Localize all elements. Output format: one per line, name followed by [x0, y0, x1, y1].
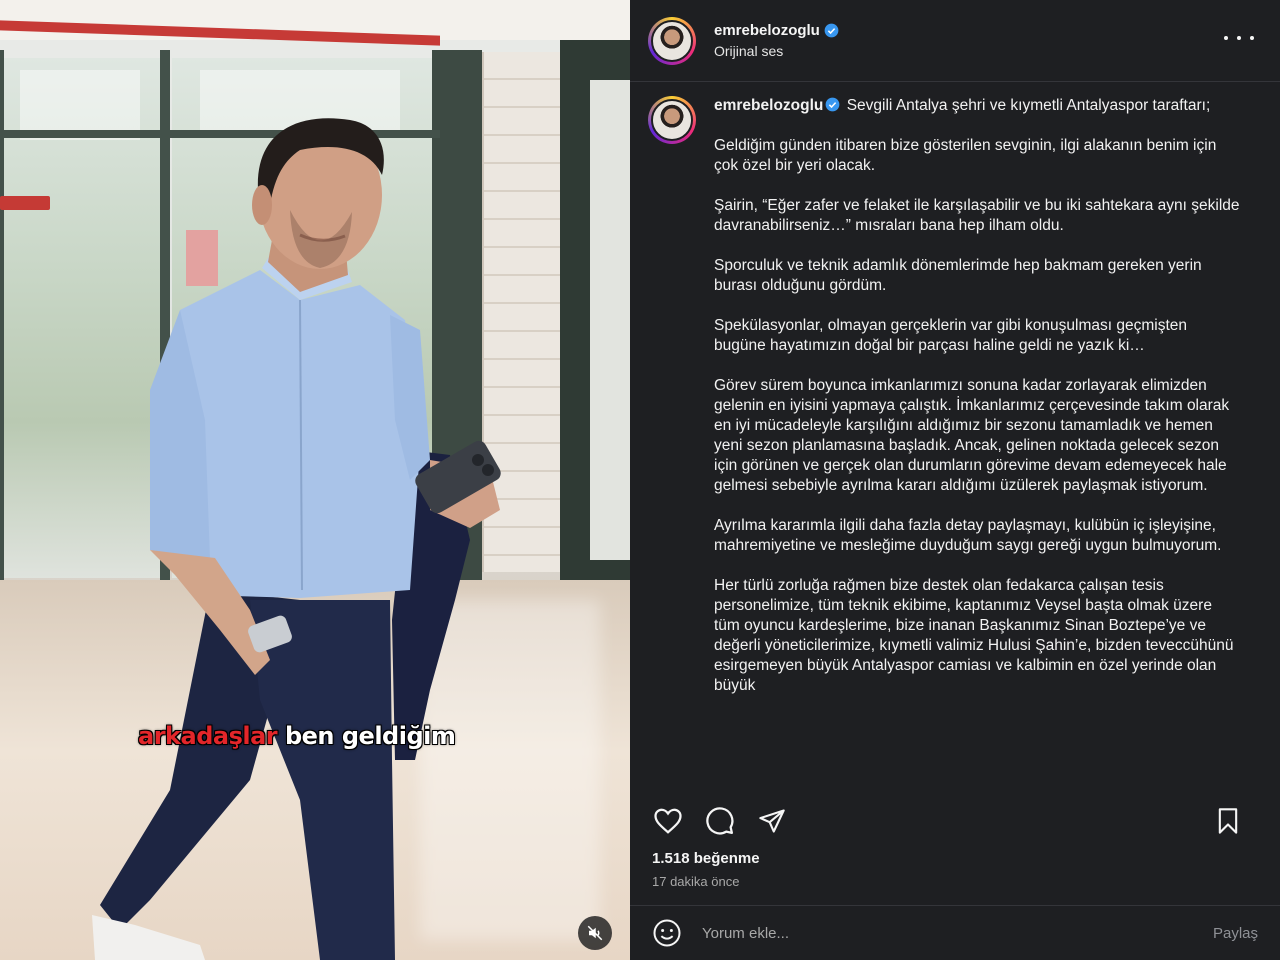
- caption-avatar[interactable]: [648, 96, 696, 144]
- more-options-button[interactable]: [1224, 26, 1254, 50]
- emoji-icon: [653, 919, 681, 947]
- send-icon: [759, 808, 785, 833]
- more-horizontal-icon: [1237, 36, 1241, 40]
- caption-first-line: emrebelozoglu Sevgili Antalya şehri ve k…: [714, 96, 1242, 116]
- caption-paragraph: Sporculuk ve teknik adamlık dönemlerimde…: [714, 257, 1202, 294]
- caption-username-link[interactable]: emrebelozoglu: [714, 97, 823, 114]
- audio-link[interactable]: Orijinal ses: [714, 43, 839, 59]
- instagram-post: arkadaşlar ben geldiğim emrebelozoglu Or…: [0, 0, 1280, 960]
- post-timestamp[interactable]: 17 dakika önce: [652, 874, 739, 889]
- like-button[interactable]: [650, 803, 686, 839]
- bookmark-icon: [1218, 808, 1238, 834]
- caption-paragraph: Her türlü zorluğa rağmen bize destek ola…: [714, 577, 1234, 694]
- caption-section[interactable]: emrebelozoglu Sevgili Antalya şehri ve k…: [630, 82, 1280, 790]
- action-bar: [630, 790, 1280, 850]
- comment-icon: [706, 806, 734, 834]
- post-details-panel: emrebelozoglu Orijinal ses emrebelozoglu…: [630, 0, 1280, 960]
- speaker-muted-icon: [587, 925, 603, 941]
- caption-paragraph: Spekülasyonlar, olmayan gerçeklerin var …: [714, 317, 1187, 354]
- comment-input[interactable]: [702, 924, 1172, 942]
- post-header: emrebelozoglu Orijinal ses: [630, 0, 1280, 82]
- subtitle-highlight: arkadaşlar: [138, 722, 278, 750]
- verified-badge-icon: [826, 97, 840, 112]
- avatar[interactable]: [648, 16, 696, 65]
- avatar-image: [651, 19, 693, 62]
- person-figure: [92, 118, 501, 960]
- more-horizontal-icon: [1250, 36, 1254, 40]
- caption-paragraph: Sevgili Antalya şehri ve kıymetli Antaly…: [846, 97, 1211, 114]
- caption-paragraph: Ayrılma kararımla ilgili daha fazla deta…: [714, 517, 1222, 554]
- mute-button[interactable]: [578, 916, 612, 950]
- comment-bar: Paylaş: [630, 905, 1280, 960]
- caption-paragraph: Geldiğim günden itibaren bize gösterilen…: [714, 137, 1217, 174]
- header-text: emrebelozoglu Orijinal ses: [714, 22, 839, 59]
- caption-paragraph: Görev sürem boyunca imkanlarımızı sonuna…: [714, 377, 1230, 494]
- comment-button[interactable]: [702, 803, 738, 839]
- caption-paragraph: Şairin, “Eğer zafer ve felaket ile karşı…: [714, 197, 1240, 234]
- video-subtitle: arkadaşlar ben geldiğim: [138, 722, 456, 750]
- more-horizontal-icon: [1224, 36, 1228, 40]
- username-link[interactable]: emrebelozoglu: [714, 22, 820, 39]
- emoji-button[interactable]: [650, 916, 684, 950]
- heart-icon: [654, 808, 682, 834]
- post-comment-button[interactable]: Paylaş: [1213, 925, 1258, 942]
- post-video[interactable]: arkadaşlar ben geldiğim: [0, 0, 630, 960]
- likes-count[interactable]: 1.518 beğenme: [652, 850, 760, 867]
- avatar-image: [651, 99, 693, 141]
- save-button[interactable]: [1210, 803, 1246, 839]
- caption-text: emrebelozoglu Sevgili Antalya şehri ve k…: [714, 96, 1242, 790]
- share-button[interactable]: [754, 803, 790, 839]
- verified-badge-icon: [824, 23, 839, 38]
- subtitle-rest: ben geldiğim: [277, 722, 456, 750]
- username-row: emrebelozoglu: [714, 22, 839, 39]
